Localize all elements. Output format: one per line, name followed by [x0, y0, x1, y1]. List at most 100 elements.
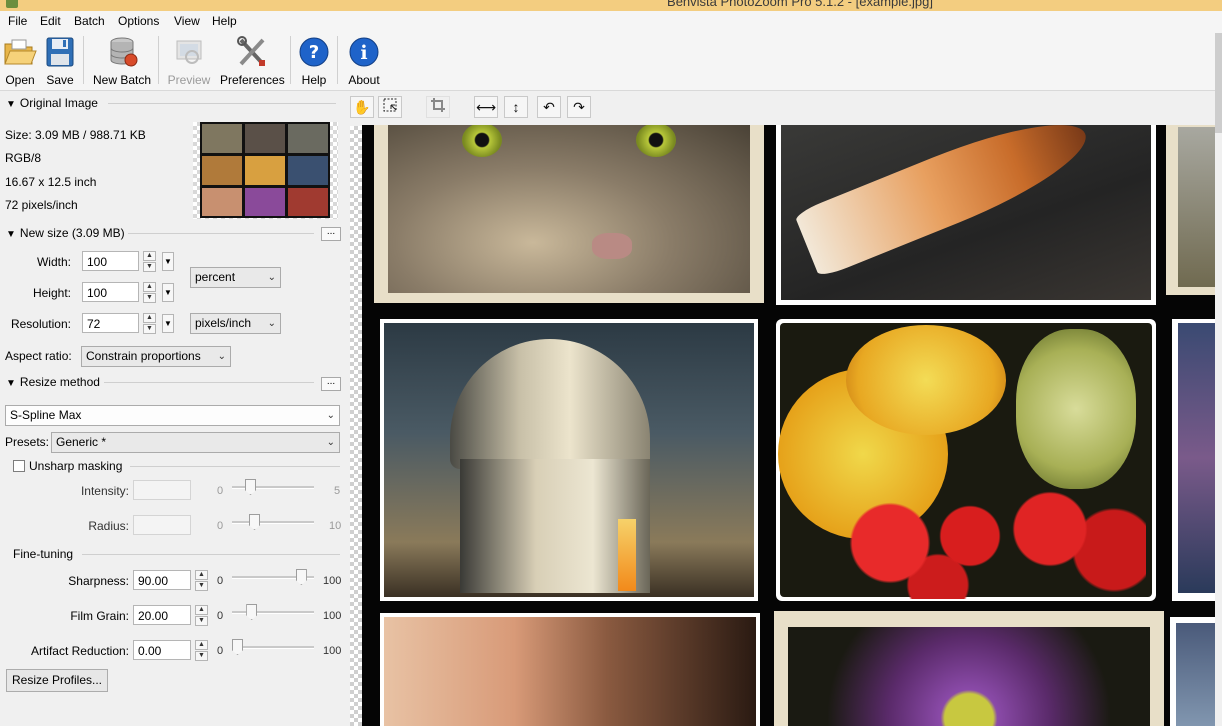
rotate-right-icon[interactable]: ↷: [567, 96, 591, 118]
photo-frame: [1172, 319, 1215, 601]
fit-width-icon[interactable]: ⟷: [474, 96, 498, 118]
spin-down-icon[interactable]: ▼: [143, 324, 156, 334]
intensity-slider-track[interactable]: [232, 486, 314, 489]
width-spinner[interactable]: ▲ ▼: [143, 251, 156, 272]
spin-down-icon[interactable]: ▼: [143, 262, 156, 272]
artifact-reduction-slider-track[interactable]: [232, 646, 314, 649]
resize-profiles-button[interactable]: Resize Profiles...: [6, 669, 108, 692]
divider: [104, 382, 314, 383]
height-spinner[interactable]: ▲ ▼: [143, 282, 156, 303]
resolution-preset-dropdown[interactable]: ▼: [162, 314, 174, 333]
resolution-input[interactable]: 72: [82, 313, 139, 333]
menu-help[interactable]: Help: [212, 14, 237, 28]
chevron-down-icon: ⌄: [267, 272, 276, 283]
vertical-scrollbar[interactable]: [1215, 33, 1222, 726]
film-grain-input[interactable]: 20.00: [133, 605, 191, 625]
spin-down-icon[interactable]: ▼: [195, 651, 208, 661]
height-input[interactable]: 100: [82, 282, 139, 302]
sharpness-input[interactable]: 90.00: [133, 570, 191, 590]
crop-icon[interactable]: [426, 96, 450, 118]
spin-up-icon[interactable]: ▲: [143, 251, 156, 261]
divider: [130, 466, 340, 467]
resize-method-select[interactable]: S-Spline Max ⌄: [5, 405, 340, 426]
toolbar-separator: [290, 36, 291, 84]
artifact-reduction-max: 100: [323, 645, 342, 657]
menu-file[interactable]: File: [8, 14, 27, 28]
collapse-triangle-icon: ▼: [6, 378, 16, 389]
selection-icon[interactable]: [378, 96, 402, 118]
width-input[interactable]: 100: [82, 251, 139, 271]
spin-up-icon[interactable]: ▲: [195, 605, 208, 615]
new-batch-button[interactable]: New Batch: [90, 34, 154, 88]
original-image-thumbnail[interactable]: [193, 122, 338, 219]
unsharp-masking-checkbox[interactable]: [13, 460, 25, 472]
menu-view[interactable]: View: [174, 14, 200, 28]
help-button[interactable]: ? Help: [296, 34, 332, 88]
divider: [82, 554, 340, 555]
width-preset-dropdown[interactable]: ▼: [162, 252, 174, 271]
spin-down-icon[interactable]: ▼: [195, 616, 208, 626]
about-button[interactable]: i About: [344, 34, 384, 88]
fit-height-icon[interactable]: ↕: [504, 96, 528, 118]
fine-tuning-title: Fine-tuning: [13, 547, 74, 561]
preview-button[interactable]: Preview: [166, 34, 212, 88]
sharpness-label: Sharpness:: [68, 574, 129, 588]
rotate-left-icon[interactable]: ↶: [537, 96, 561, 118]
chevron-down-icon: ⌄: [326, 410, 335, 421]
radius-max: 10: [329, 520, 342, 532]
menu-edit[interactable]: Edit: [40, 14, 61, 28]
svg-text:?: ?: [309, 42, 319, 63]
menu-options[interactable]: Options: [118, 14, 159, 28]
menu-batch[interactable]: Batch: [74, 14, 105, 28]
new-size-more-button[interactable]: ...: [321, 227, 341, 241]
resolution-unit-value: pixels/inch: [195, 316, 252, 330]
presets-select[interactable]: Generic * ⌄: [51, 432, 340, 453]
image-preview-canvas[interactable]: [362, 125, 1215, 726]
chevron-down-icon: ⌄: [267, 318, 276, 329]
sharpness-spinner[interactable]: ▲ ▼: [195, 570, 208, 591]
question-icon: ?: [297, 36, 331, 68]
scrollbar-thumb[interactable]: [1215, 33, 1222, 133]
intensity-label: Intensity:: [80, 484, 129, 498]
database-icon: [105, 36, 139, 68]
info-icon: i: [347, 36, 381, 68]
spin-up-icon[interactable]: ▲: [143, 282, 156, 292]
film-grain-min: 0: [217, 610, 224, 622]
radius-slider-track[interactable]: [232, 521, 314, 524]
open-button[interactable]: Open: [2, 34, 38, 88]
original-size-text: Size: 3.09 MB / 988.71 KB: [5, 128, 146, 142]
floppy-disk-icon: [43, 36, 77, 68]
sharpness-min: 0: [217, 575, 224, 587]
artifact-reduction-input[interactable]: 0.00: [133, 640, 191, 660]
new-size-header[interactable]: ▼ New size (3.09 MB): [6, 226, 125, 240]
resize-method-header[interactable]: ▼ Resize method: [6, 375, 100, 389]
photo-frame: [776, 125, 1156, 305]
save-button[interactable]: Save: [42, 34, 78, 88]
resolution-unit-select[interactable]: pixels/inch ⌄: [190, 313, 281, 334]
size-unit-value: percent: [195, 270, 236, 284]
spin-up-icon[interactable]: ▲: [195, 570, 208, 580]
film-grain-spinner[interactable]: ▲ ▼: [195, 605, 208, 626]
spin-up-icon[interactable]: ▲: [143, 313, 156, 323]
spin-up-icon[interactable]: ▲: [195, 640, 208, 650]
film-grain-slider-track[interactable]: [232, 611, 314, 614]
toolbar-separator: [83, 36, 84, 84]
spin-down-icon[interactable]: ▼: [195, 581, 208, 591]
photo-frame: [776, 319, 1156, 601]
spin-down-icon[interactable]: ▼: [143, 293, 156, 303]
resolution-spinner[interactable]: ▲ ▼: [143, 313, 156, 334]
toolbar-separator: [337, 36, 338, 84]
hand-icon[interactable]: ✋: [350, 96, 374, 118]
original-image-header[interactable]: ▼ Original Image: [6, 96, 98, 110]
preferences-button[interactable]: Preferences: [220, 34, 285, 88]
radius-input[interactable]: [133, 515, 191, 535]
artifact-reduction-spinner[interactable]: ▲ ▼: [195, 640, 208, 661]
height-preset-dropdown[interactable]: ▼: [162, 283, 174, 302]
svg-text:i: i: [360, 42, 367, 64]
tools-icon: [235, 36, 269, 68]
aspect-ratio-select[interactable]: Constrain proportions ⌄: [81, 346, 231, 367]
size-unit-select[interactable]: percent ⌄: [190, 267, 281, 288]
resize-method-more-button[interactable]: ...: [321, 377, 341, 391]
help-label: Help: [301, 73, 327, 87]
intensity-input[interactable]: [133, 480, 191, 500]
